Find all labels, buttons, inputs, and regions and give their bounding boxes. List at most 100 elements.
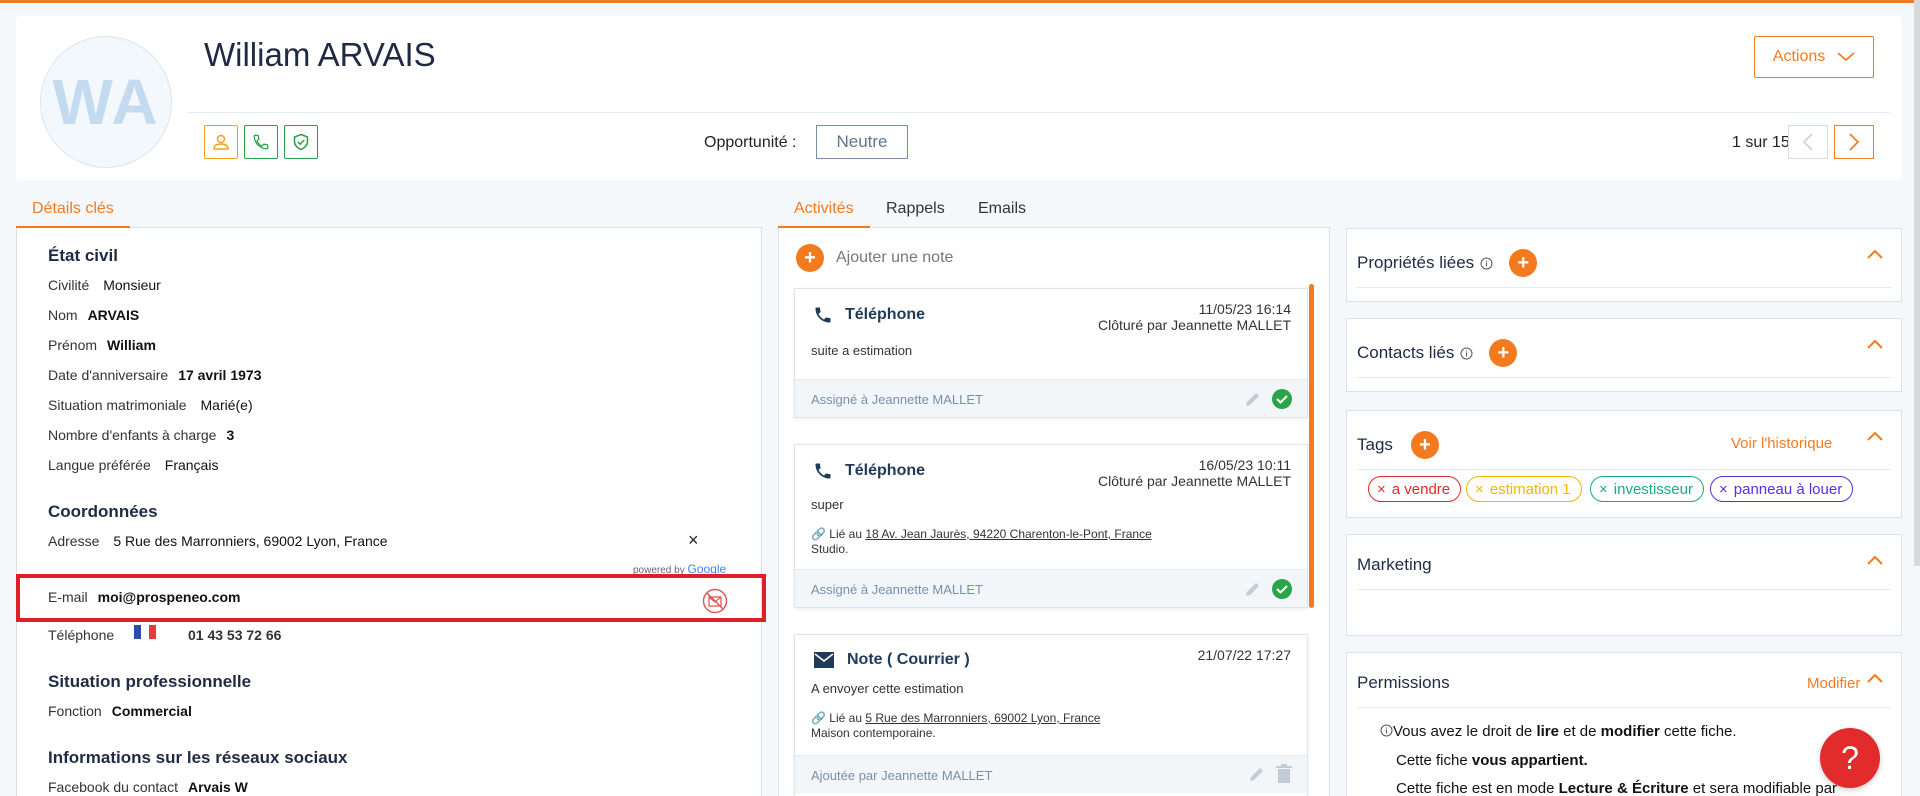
chevron-up-icon[interactable] <box>1867 673 1883 683</box>
anniversaire-value[interactable]: 17 avril 1973 <box>178 367 261 383</box>
chevron-up-icon[interactable] <box>1867 249 1883 259</box>
add-tag-button[interactable]: + <box>1410 431 1439 459</box>
proprietes-panel: Propriétés liées + <box>1346 228 1902 302</box>
add-property-button[interactable]: + <box>1509 249 1538 277</box>
telephone-field: Téléphone <box>48 627 114 643</box>
tag-chip[interactable]: × estimation 1 <box>1466 476 1582 502</box>
tab-emails[interactable]: Emails <box>962 194 1042 228</box>
situation-value[interactable]: Marié(e) <box>201 397 253 413</box>
telephone-value[interactable]: 01 43 53 72 66 <box>188 627 281 643</box>
activity-title: Téléphone <box>845 462 926 479</box>
next-button[interactable] <box>1834 125 1874 159</box>
situation-label: Situation matrimoniale <box>48 397 187 413</box>
activities-scrollbar[interactable] <box>1309 284 1314 608</box>
tab-details[interactable]: Détails clés <box>16 194 130 228</box>
linked-property-link[interactable]: 18 Av. Jean Jaurès, 94220 Charenton-le-P… <box>865 527 1151 541</box>
prenom-label: Prénom <box>48 337 98 353</box>
adresse-value[interactable]: 5 Rue des Marronniers, 69002 Lyon, Franc… <box>113 533 387 549</box>
situation-field: Situation matrimoniale Marié(e) <box>48 397 253 413</box>
close-icon[interactable]: × <box>1719 481 1728 498</box>
activity-card[interactable]: Téléphone 11/05/23 16:14 Clôturé par Jea… <box>794 288 1308 418</box>
close-icon[interactable]: × <box>1599 481 1608 498</box>
panel-separator <box>1357 377 1891 378</box>
consent-button[interactable] <box>284 125 318 159</box>
header-separator <box>188 112 1890 113</box>
langue-value[interactable]: Français <box>165 457 219 473</box>
email-value[interactable]: moi@prospeneo.com <box>98 589 241 605</box>
prenom-value[interactable]: William <box>107 337 156 353</box>
check-circle-icon[interactable] <box>1271 578 1293 600</box>
activity-header: Téléphone <box>813 305 925 325</box>
tag-chip[interactable]: × panneau à louer <box>1710 476 1854 502</box>
marketing-label: Marketing <box>1357 555 1432 574</box>
check-circle-icon[interactable] <box>1271 388 1293 410</box>
facebook-value[interactable]: Arvais W <box>188 779 248 795</box>
civilite-value[interactable]: Monsieur <box>103 277 161 293</box>
nom-value[interactable]: ARVAIS <box>88 307 140 323</box>
clear-address-icon[interactable]: × <box>688 530 699 551</box>
opportunity-badge[interactable]: Neutre <box>816 125 908 159</box>
tags-history-link[interactable]: Voir l'historique <box>1731 435 1832 452</box>
activity-card[interactable]: Note ( Courrier ) 21/07/22 17:27 A envoy… <box>794 634 1308 796</box>
situation-pro-title: Situation professionnelle <box>48 672 252 691</box>
permissions-edit-link[interactable]: Modifier <box>1807 675 1860 692</box>
contact-type-button[interactable] <box>204 125 238 159</box>
chevron-up-icon[interactable] <box>1867 339 1883 349</box>
linked-property-link[interactable]: 5 Rue des Marronniers, 69002 Lyon, Franc… <box>865 711 1100 725</box>
activity-closed-by: Clôturé par Jeannette MALLET <box>1098 317 1291 333</box>
activity-assignee: Assigné à Jeannette MALLET <box>811 582 983 597</box>
pencil-icon[interactable] <box>1243 579 1263 599</box>
shield-check-icon <box>293 133 309 151</box>
tags-label: Tags <box>1357 435 1393 454</box>
activity-title: Note ( Courrier ) <box>847 651 970 668</box>
pencil-icon[interactable] <box>1243 389 1263 409</box>
nom-label: Nom <box>48 307 78 323</box>
trash-icon[interactable] <box>1275 764 1293 784</box>
enfants-value[interactable]: 3 <box>226 427 234 443</box>
facebook-field: Facebook du contact Arvais W <box>48 779 248 795</box>
enfants-label: Nombre d'enfants à charge <box>48 427 217 443</box>
call-button[interactable] <box>244 125 278 159</box>
activity-card[interactable]: Téléphone 16/05/23 10:11 Clôturé par Jea… <box>794 444 1308 608</box>
add-note-button[interactable]: + Ajouter une note <box>796 244 953 272</box>
tab-rappels[interactable]: Rappels <box>870 194 961 228</box>
activity-text: suite a estimation <box>811 343 913 358</box>
close-icon[interactable]: × <box>1475 481 1484 498</box>
plus-icon: + <box>796 244 824 272</box>
link-prefix: Lié au <box>829 527 862 541</box>
tag-chip[interactable]: × investisseur <box>1590 476 1704 502</box>
activity-date: 11/05/23 16:14 <box>1198 301 1291 317</box>
activity-link: 🔗 Lié au 5 Rue des Marronniers, 69002 Ly… <box>811 711 1100 741</box>
add-contact-button[interactable]: + <box>1489 339 1518 367</box>
france-flag-icon[interactable] <box>134 625 156 639</box>
email-field: E-mail moi@prospeneo.com <box>48 589 240 605</box>
panel-separator <box>1357 287 1891 288</box>
phone-icon <box>815 307 831 323</box>
actions-button[interactable]: Actions <box>1754 36 1874 78</box>
tab-activites[interactable]: Activités <box>778 194 870 228</box>
add-note-label: Ajouter une note <box>836 249 954 266</box>
activity-meta: 16/05/23 10:11 Clôturé par Jeannette MAL… <box>1098 457 1291 489</box>
fonction-value[interactable]: Commercial <box>112 703 192 719</box>
langue-label: Langue préférée <box>48 457 151 473</box>
activity-footer: Ajoutée par Jeannette MALLET <box>795 755 1307 793</box>
contacts-panel: Contacts liés + <box>1346 318 1902 392</box>
help-button[interactable]: ? <box>1820 728 1880 788</box>
marketing-title: Marketing <box>1357 555 1432 575</box>
previous-button[interactable] <box>1788 125 1828 159</box>
avatar: WA <box>40 36 172 168</box>
contacts-label: Contacts liés <box>1357 343 1455 362</box>
pencil-icon[interactable] <box>1247 764 1267 784</box>
marketing-panel: Marketing <box>1346 534 1902 636</box>
email-blocked-icon[interactable] <box>702 588 728 618</box>
chevron-up-icon[interactable] <box>1867 431 1883 441</box>
chevron-up-icon[interactable] <box>1867 555 1883 565</box>
close-icon[interactable]: × <box>1377 481 1386 498</box>
facebook-label: Facebook du contact <box>48 779 178 795</box>
info-icon <box>1380 724 1393 737</box>
tag-chip[interactable]: × a vendre <box>1368 476 1462 502</box>
prenom-field: Prénom William <box>48 337 156 353</box>
page-scrollbar[interactable] <box>1914 0 1920 566</box>
proprietes-label: Propriétés liées <box>1357 253 1475 272</box>
activity-author: Ajoutée par Jeannette MALLET <box>811 768 993 783</box>
